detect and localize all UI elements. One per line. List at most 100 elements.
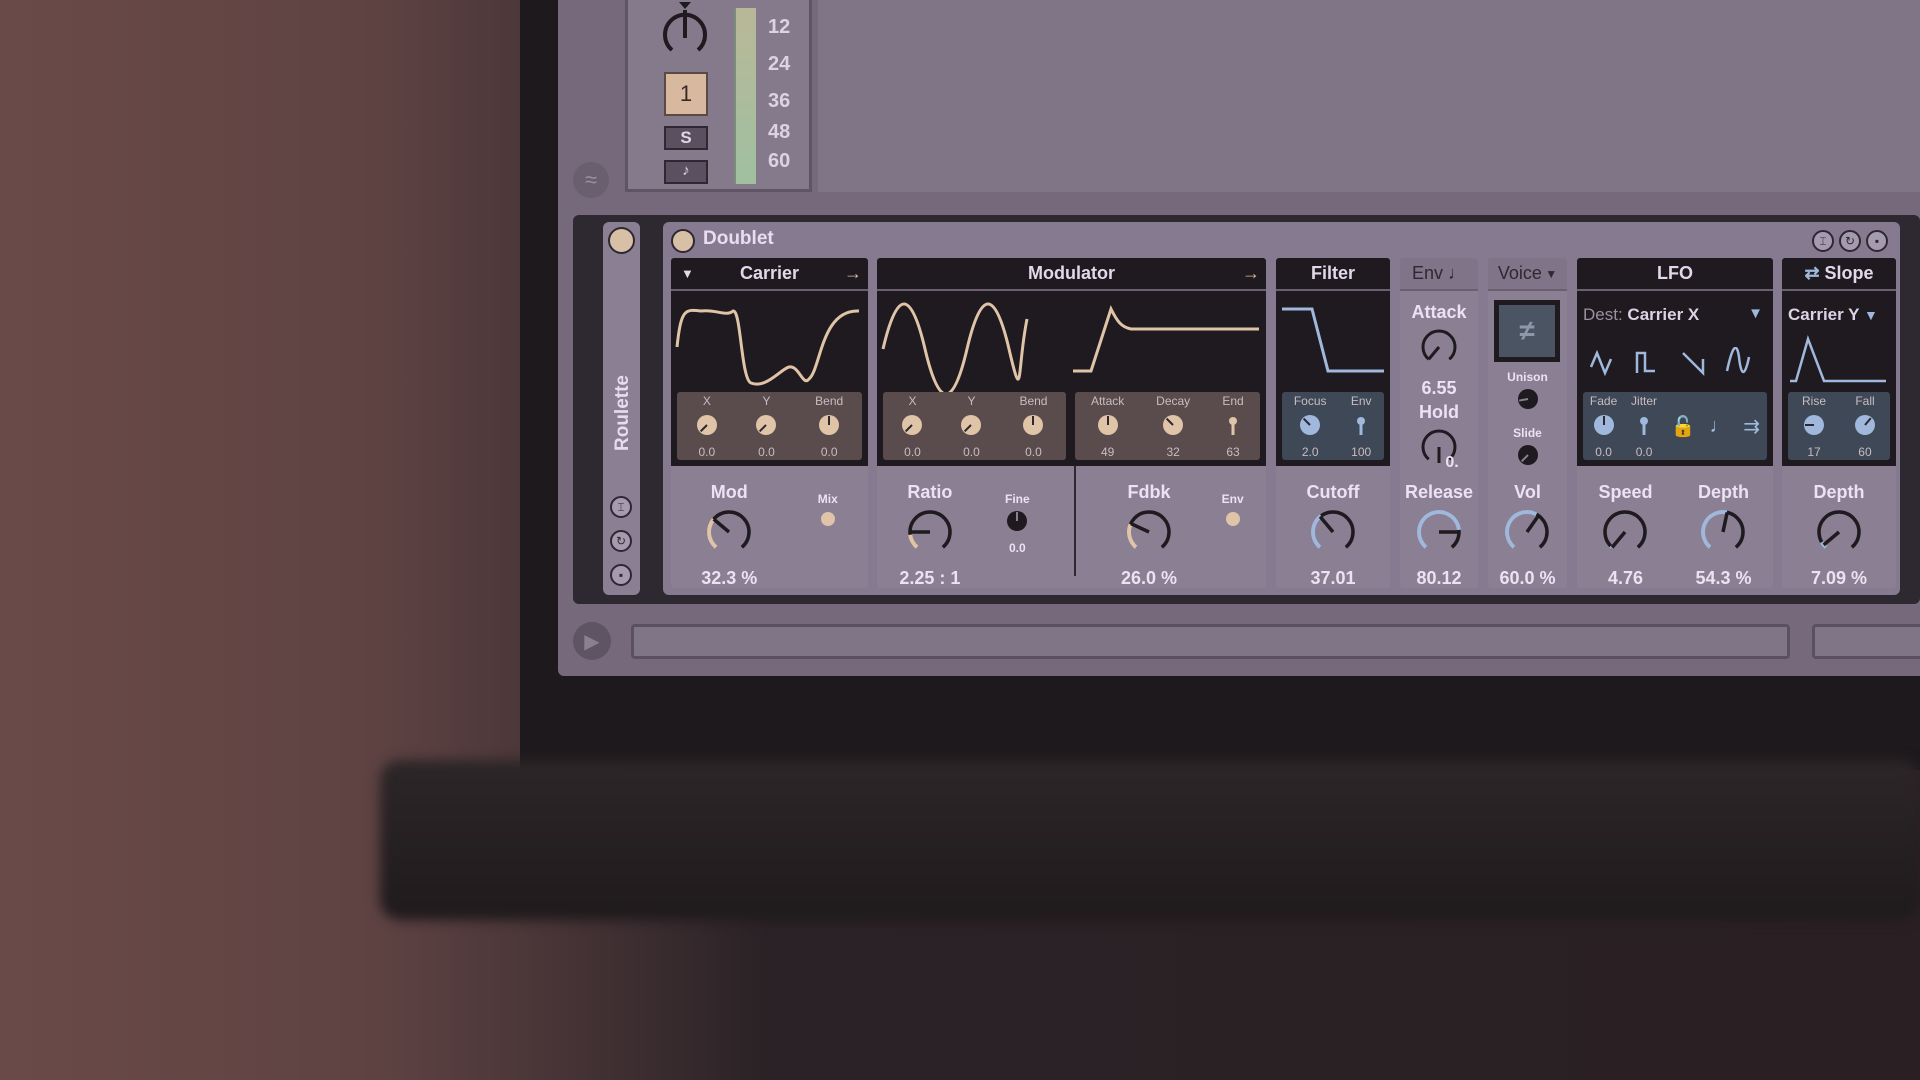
rack-name: Roulette — [612, 375, 633, 451]
param-value: 49 — [1100, 444, 1115, 459]
focus-knob[interactable] — [1299, 414, 1321, 439]
speed-control: Speed 4.76 — [1598, 482, 1652, 588]
rack-power-button[interactable] — [608, 227, 635, 254]
retrigger-icon[interactable]: ⇄ — [1804, 263, 1824, 284]
x-knob[interactable] — [901, 414, 923, 439]
save-icon[interactable]: ▪ — [1866, 230, 1888, 252]
slope-depth-knob[interactable] — [1814, 507, 1864, 562]
save-icon[interactable]: ▪ — [610, 564, 632, 586]
knob-label: Cutoff — [1306, 482, 1360, 502]
slope-dest-select[interactable]: Carrier Y ▼ — [1788, 305, 1878, 325]
rise-knob[interactable] — [1803, 414, 1825, 439]
param-label: End — [1222, 393, 1244, 408]
release-knob[interactable] — [1414, 507, 1464, 562]
voice-header[interactable]: Voice ▼ — [1488, 258, 1567, 291]
ratio-knob[interactable] — [905, 507, 955, 562]
knob-label: Attack — [1411, 302, 1467, 322]
knob-label: Depth — [1813, 482, 1865, 502]
env-toggle[interactable] — [1225, 512, 1240, 526]
voice-mode-button[interactable]: ≠ — [1494, 300, 1560, 362]
param-value: 0.0 — [758, 444, 775, 459]
y-knob[interactable] — [960, 414, 982, 439]
attack-knob[interactable] — [1419, 327, 1459, 372]
knob-value: 0.0 — [1008, 541, 1026, 555]
env-header: Env ♩ — [1400, 258, 1478, 291]
track-activator-button[interactable]: 1 — [664, 72, 708, 116]
metronome-icon[interactable]: ♪ — [664, 160, 708, 184]
sync-icon[interactable]: ⇉ — [1743, 414, 1760, 439]
decay-knob[interactable] — [1162, 414, 1184, 439]
dest-label: Dest: — [1583, 305, 1623, 324]
param-label: Bend — [815, 393, 844, 408]
param-value: 0.0 — [963, 444, 980, 459]
unison-knob[interactable] — [1517, 388, 1539, 415]
x-knob[interactable] — [696, 414, 718, 439]
bend-knob[interactable] — [1022, 414, 1044, 439]
bend-knob[interactable] — [818, 414, 840, 439]
attack-knob[interactable] — [1097, 414, 1119, 439]
play-icon[interactable]: ▶ — [573, 622, 611, 660]
info-bar[interactable] — [631, 624, 1790, 659]
jitter-knob[interactable] — [1633, 414, 1655, 439]
param-fade: Fade 0.0 — [1590, 394, 1617, 459]
wave-icon[interactable]: ≈ — [573, 162, 609, 198]
filter-header: Filter — [1276, 258, 1390, 291]
knob-label: Slide — [1513, 426, 1542, 440]
arrow-right-icon[interactable]: → — [844, 263, 862, 284]
mod-knob[interactable] — [704, 507, 754, 562]
mix-toggle[interactable] — [820, 512, 835, 526]
carrier-controls: Mod 32.3 % Mix — [671, 466, 868, 588]
arrow-right-icon[interactable]: → — [1242, 263, 1260, 284]
env-toggle-control: Env — [1222, 492, 1244, 526]
param-value: 0.0 — [1025, 444, 1042, 459]
knob-label: Speed — [1598, 482, 1653, 502]
divider — [1074, 466, 1077, 576]
note-icon[interactable]: ♩ — [1443, 263, 1466, 284]
param-y: Y 0.0 — [960, 394, 982, 459]
y-knob[interactable] — [755, 414, 777, 439]
section-title: Filter — [1310, 263, 1355, 283]
param-rise: Rise 17 — [1802, 394, 1826, 459]
knob-value: 7.09 % — [1810, 568, 1868, 588]
device-power-button[interactable] — [671, 229, 695, 253]
speed-knob[interactable] — [1600, 507, 1650, 562]
knob-label: Fine — [1005, 492, 1030, 506]
fall-knob[interactable] — [1854, 414, 1876, 439]
lfo-depth-control: Depth 54.3 % — [1695, 482, 1751, 588]
lfo-depth-knob[interactable] — [1698, 507, 1748, 562]
solo-button[interactable]: S — [664, 126, 708, 150]
carrier-waveform-display[interactable]: X 0.0 Y 0.0 Bend 0.0 — [671, 291, 868, 466]
cutoff-knob[interactable] — [1308, 507, 1358, 562]
randomize-icon[interactable]: ↻ — [610, 530, 632, 552]
knob-label: Unison — [1507, 370, 1548, 384]
param-label: Attack — [1090, 393, 1125, 408]
end-knob[interactable] — [1222, 414, 1244, 439]
lfo-section: LFO Dest: Carrier X ▼ Fade 0.0 Jitter 0.0 🔓 ♩… — [1577, 258, 1773, 588]
modulator-display[interactable]: X 0.0 Y 0.0 Bend 0.0 Attack 49 Decay 32 End 63 — [877, 291, 1266, 466]
lock-icon[interactable]: 🔓 — [1671, 414, 1696, 439]
pan-knob[interactable] — [658, 2, 712, 62]
fdbk-knob[interactable] — [1124, 507, 1174, 562]
param-label: Y — [762, 393, 771, 408]
lfo-shape-buttons[interactable] — [1589, 347, 1765, 377]
modulator-section: Modulator → X 0.0 Y 0.0 Bend 0.0 Attack 49 Decay… — [877, 258, 1266, 588]
filter-display[interactable]: Focus 2.0 Env 100 — [1276, 291, 1390, 466]
fine-knob[interactable] — [1006, 510, 1028, 537]
lfo-dest-select[interactable]: Dest: Carrier X — [1583, 305, 1699, 325]
lfo-header: LFO — [1577, 258, 1773, 291]
env-knob[interactable] — [1350, 414, 1372, 439]
param-decay: Decay 32 — [1156, 394, 1190, 459]
status-field[interactable] — [1812, 624, 1920, 659]
device-title: Doublet — [703, 228, 774, 249]
knob-label: Release — [1404, 482, 1474, 502]
note-icon[interactable]: ♩ — [1710, 415, 1730, 438]
macro-icon[interactable]: ⌶ — [1812, 230, 1834, 252]
randomize-icon[interactable]: ↻ — [1839, 230, 1861, 252]
collapse-icon[interactable]: ▼ — [681, 266, 694, 281]
vol-knob[interactable] — [1502, 507, 1552, 562]
macro-icon[interactable]: ⌶ — [610, 496, 632, 518]
dropdown-icon[interactable]: ▼ — [1748, 305, 1763, 322]
param-value: 0.0 — [1635, 444, 1653, 459]
fade-knob[interactable] — [1593, 414, 1615, 439]
knob-label: Ratio — [907, 482, 953, 502]
